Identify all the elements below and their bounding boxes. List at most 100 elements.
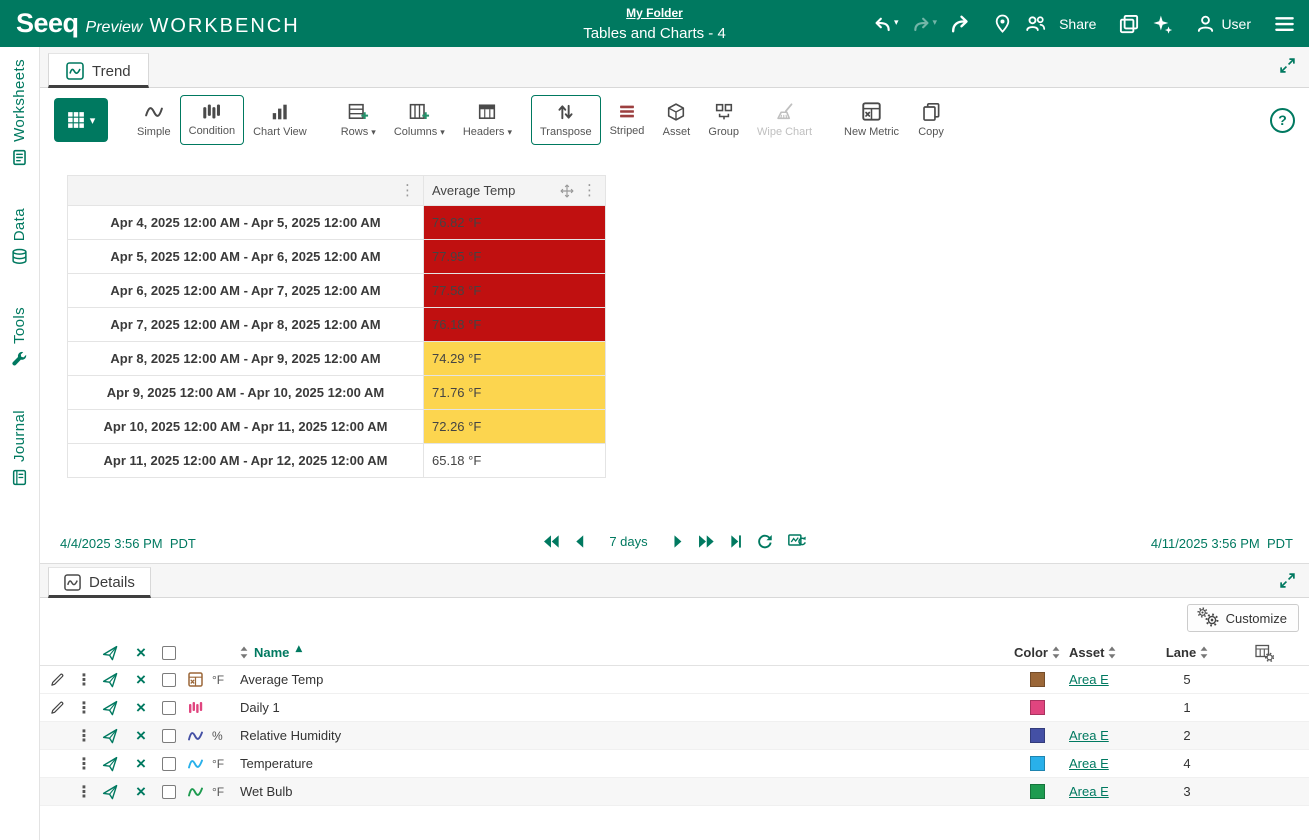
sort-icon[interactable]	[240, 646, 248, 659]
edit-pencil-icon[interactable]	[50, 672, 65, 687]
simple-table-button[interactable]: Simple	[128, 95, 180, 145]
details-row-daily-1[interactable]: ⋮ × Daily 1 1	[40, 694, 1309, 722]
wipe-chart-button[interactable]: Wipe Chart	[748, 95, 821, 145]
auto-update-icon[interactable]	[788, 533, 807, 549]
item-menu-icon[interactable]: ⋮	[76, 699, 92, 716]
fast-backward-icon[interactable]	[542, 534, 559, 549]
table-row[interactable]: Apr 4, 2025 12:00 AM - Apr 5, 2025 12:00…	[67, 205, 606, 240]
lane-column-header[interactable]: Lane	[1166, 645, 1196, 660]
new-metric-button[interactable]: New Metric	[835, 95, 908, 145]
sidebar-item-journal[interactable]: Journal	[11, 410, 28, 486]
details-row-relative-humidity[interactable]: ⋮ × % Relative Humidity Area E 2	[40, 722, 1309, 750]
condition-table-button[interactable]: Condition	[179, 95, 245, 145]
move-column-icon[interactable]	[560, 184, 574, 198]
color-column-header[interactable]: Color	[1014, 645, 1048, 660]
name-column-header[interactable]: Name	[254, 645, 289, 660]
refresh-icon[interactable]	[757, 533, 773, 549]
redo-button[interactable]: ▾	[912, 14, 938, 33]
details-row-wet-bulb[interactable]: ⋮ × °F Wet Bulb Area E 3	[40, 778, 1309, 806]
group-button[interactable]: Group	[699, 95, 748, 145]
help-button[interactable]: ?	[1270, 107, 1295, 133]
table-row[interactable]: Apr 5, 2025 12:00 AM - Apr 6, 2025 12:00…	[67, 239, 606, 274]
details-row-temperature[interactable]: ⋮ × °F Temperature Area E 4	[40, 750, 1309, 778]
remove-item-icon[interactable]: ×	[136, 783, 146, 800]
color-swatch[interactable]	[1029, 728, 1045, 743]
skip-to-now-icon[interactable]	[730, 534, 742, 549]
duration-display[interactable]: 7 days	[609, 534, 647, 549]
remove-item-icon[interactable]: ×	[136, 755, 146, 772]
send-paper-plane-icon[interactable]	[102, 756, 118, 772]
columns-dropdown-button[interactable]: Columns ▾	[385, 95, 454, 145]
select-all-checkbox[interactable]	[162, 645, 176, 660]
step-forward-icon[interactable]	[673, 534, 683, 549]
item-name[interactable]: Daily 1	[240, 700, 1005, 715]
asset-link[interactable]: Area E	[1069, 672, 1109, 687]
sidebar-item-worksheets[interactable]: Worksheets	[11, 59, 28, 166]
table-row[interactable]: Apr 9, 2025 12:00 AM - Apr 10, 2025 12:0…	[67, 375, 606, 410]
send-paper-plane-icon[interactable]	[102, 728, 118, 744]
item-name[interactable]: Wet Bulb	[240, 784, 1005, 799]
item-name[interactable]: Relative Humidity	[240, 728, 1005, 743]
column-menu-icon[interactable]: ⋮	[582, 183, 597, 198]
asset-link[interactable]: Area E	[1069, 784, 1109, 799]
range-start-display[interactable]: 4/4/2025 3:56 PM PDT	[60, 536, 196, 551]
tab-trend[interactable]: Trend	[48, 53, 149, 88]
send-all-paper-plane-icon[interactable]	[102, 645, 118, 661]
color-swatch[interactable]	[1029, 756, 1045, 771]
item-checkbox[interactable]	[162, 672, 176, 687]
sidebar-item-tools[interactable]: Tools	[11, 307, 28, 368]
tab-details[interactable]: Details	[48, 567, 151, 598]
chart-view-button[interactable]: Chart View	[244, 95, 316, 145]
item-name[interactable]: Average Temp	[240, 672, 1005, 687]
asset-link[interactable]: Area E	[1069, 728, 1109, 743]
send-paper-plane-icon[interactable]	[102, 672, 118, 688]
details-row-average-temp[interactable]: ⋮ × °F Average Temp Area E 5	[40, 666, 1309, 694]
asset-column-header[interactable]: Asset	[1069, 645, 1104, 660]
table-row[interactable]: Apr 6, 2025 12:00 AM - Apr 7, 2025 12:00…	[67, 273, 606, 308]
redo-dropdown-caret[interactable]: ▾	[933, 19, 938, 28]
edit-pencil-icon[interactable]	[50, 700, 65, 715]
column-menu-icon[interactable]: ⋮	[400, 183, 415, 198]
ai-assistant-sparkle-icon[interactable]	[1152, 14, 1173, 34]
item-menu-icon[interactable]: ⋮	[76, 727, 92, 744]
sort-icon[interactable]	[1200, 646, 1208, 659]
item-checkbox[interactable]	[162, 700, 176, 715]
sidebar-item-data[interactable]: Data	[11, 208, 28, 265]
color-swatch[interactable]	[1029, 784, 1045, 799]
rows-dropdown-button[interactable]: Rows ▾	[332, 95, 385, 145]
location-pin-icon[interactable]	[993, 14, 1012, 33]
maximize-details-icon[interactable]	[1279, 572, 1296, 589]
seeq-logo[interactable]: Seeq Preview WORKBENCH	[16, 8, 300, 39]
table-row[interactable]: Apr 10, 2025 12:00 AM - Apr 11, 2025 12:…	[67, 409, 606, 444]
table-row[interactable]: Apr 11, 2025 12:00 AM - Apr 12, 2025 12:…	[67, 443, 606, 478]
item-checkbox[interactable]	[162, 784, 176, 799]
table-row[interactable]: Apr 8, 2025 12:00 AM - Apr 9, 2025 12:00…	[67, 341, 606, 376]
capsule-column-header[interactable]: ⋮	[67, 175, 424, 206]
access-control-users-icon[interactable]	[1025, 14, 1046, 34]
headers-dropdown-button[interactable]: Headers ▾	[454, 95, 521, 145]
item-checkbox[interactable]	[162, 756, 176, 771]
range-end-display[interactable]: 4/11/2025 3:56 PM PDT	[1151, 536, 1293, 551]
add-column-icon[interactable]	[1255, 644, 1274, 662]
breadcrumb-my-folder[interactable]: My Folder	[626, 6, 683, 20]
share-button[interactable]: Share	[1059, 16, 1096, 32]
color-swatch[interactable]	[1029, 700, 1045, 715]
present-forward-icon[interactable]	[950, 14, 970, 34]
item-checkbox[interactable]	[162, 728, 176, 743]
maximize-trend-icon[interactable]	[1279, 57, 1296, 74]
customize-button[interactable]: Customize	[1186, 604, 1299, 632]
send-paper-plane-icon[interactable]	[102, 700, 118, 716]
sort-icon[interactable]	[1108, 646, 1116, 659]
transpose-button[interactable]: Transpose	[531, 95, 601, 145]
hamburger-menu-icon[interactable]	[1274, 14, 1295, 34]
average-temp-column-header[interactable]: Average Temp ⋮	[423, 175, 606, 206]
undo-dropdown-caret[interactable]: ▾	[894, 19, 899, 28]
striped-button[interactable]: Striped	[601, 95, 654, 145]
fast-forward-icon[interactable]	[698, 534, 715, 549]
item-menu-icon[interactable]: ⋮	[76, 783, 92, 800]
remove-item-icon[interactable]: ×	[136, 727, 146, 744]
item-menu-icon[interactable]: ⋮	[76, 755, 92, 772]
item-name[interactable]: Temperature	[240, 756, 1005, 771]
sort-icon[interactable]	[1052, 646, 1060, 659]
remove-item-icon[interactable]: ×	[136, 671, 146, 688]
